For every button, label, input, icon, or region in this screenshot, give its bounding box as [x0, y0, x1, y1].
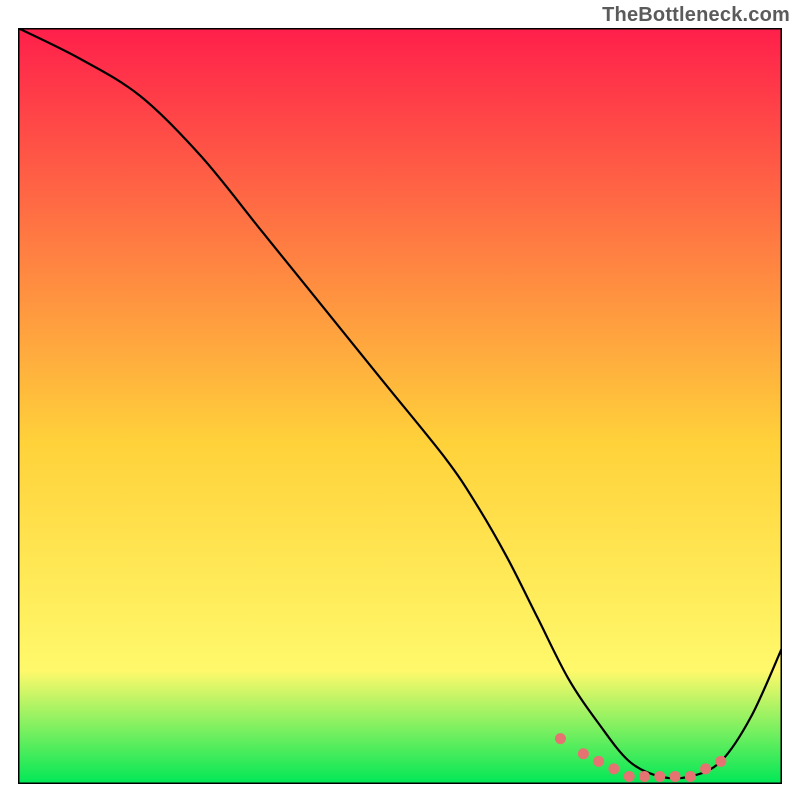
gradient-background [18, 28, 782, 784]
chart-frame: TheBottleneck.com [0, 0, 800, 800]
highlight-point [639, 771, 650, 782]
highlight-point [578, 748, 589, 759]
highlight-point [700, 763, 711, 774]
highlight-point [715, 756, 726, 767]
highlight-point [608, 763, 619, 774]
highlight-point [670, 771, 681, 782]
highlight-point [685, 771, 696, 782]
highlight-point [624, 771, 635, 782]
highlight-point [593, 756, 604, 767]
plot-area [18, 28, 782, 784]
bottleneck-chart-svg [18, 28, 782, 784]
highlight-point [654, 771, 665, 782]
watermark-text: TheBottleneck.com [602, 4, 790, 27]
highlight-point [555, 733, 566, 744]
